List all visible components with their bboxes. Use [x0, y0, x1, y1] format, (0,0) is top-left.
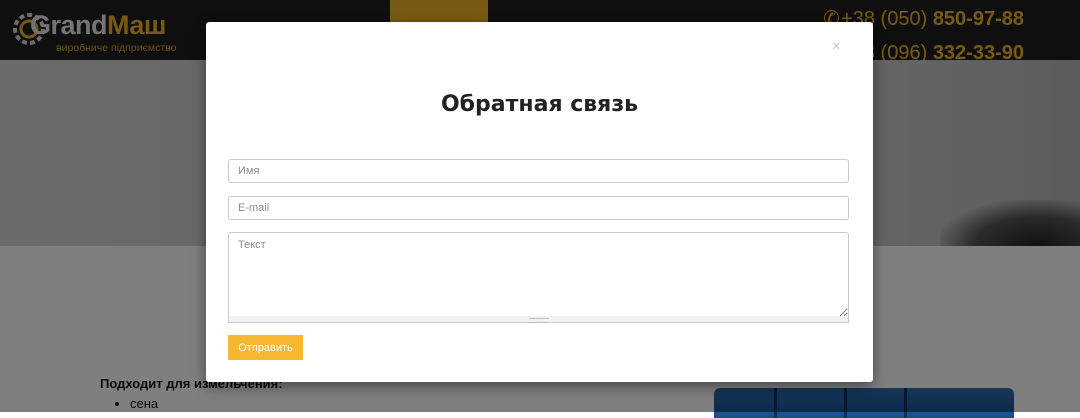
textarea-resize-bar[interactable]	[228, 316, 849, 323]
message-textarea[interactable]	[228, 232, 849, 318]
modal-title: Обратная связь	[440, 92, 639, 117]
resize-grip-icon[interactable]	[529, 318, 549, 323]
name-input[interactable]	[228, 159, 849, 183]
close-icon[interactable]: ×	[832, 39, 841, 55]
feedback-modal: × Обратная связь Отправить	[206, 22, 873, 382]
submit-button[interactable]: Отправить	[228, 335, 303, 360]
email-input[interactable]	[228, 196, 849, 220]
